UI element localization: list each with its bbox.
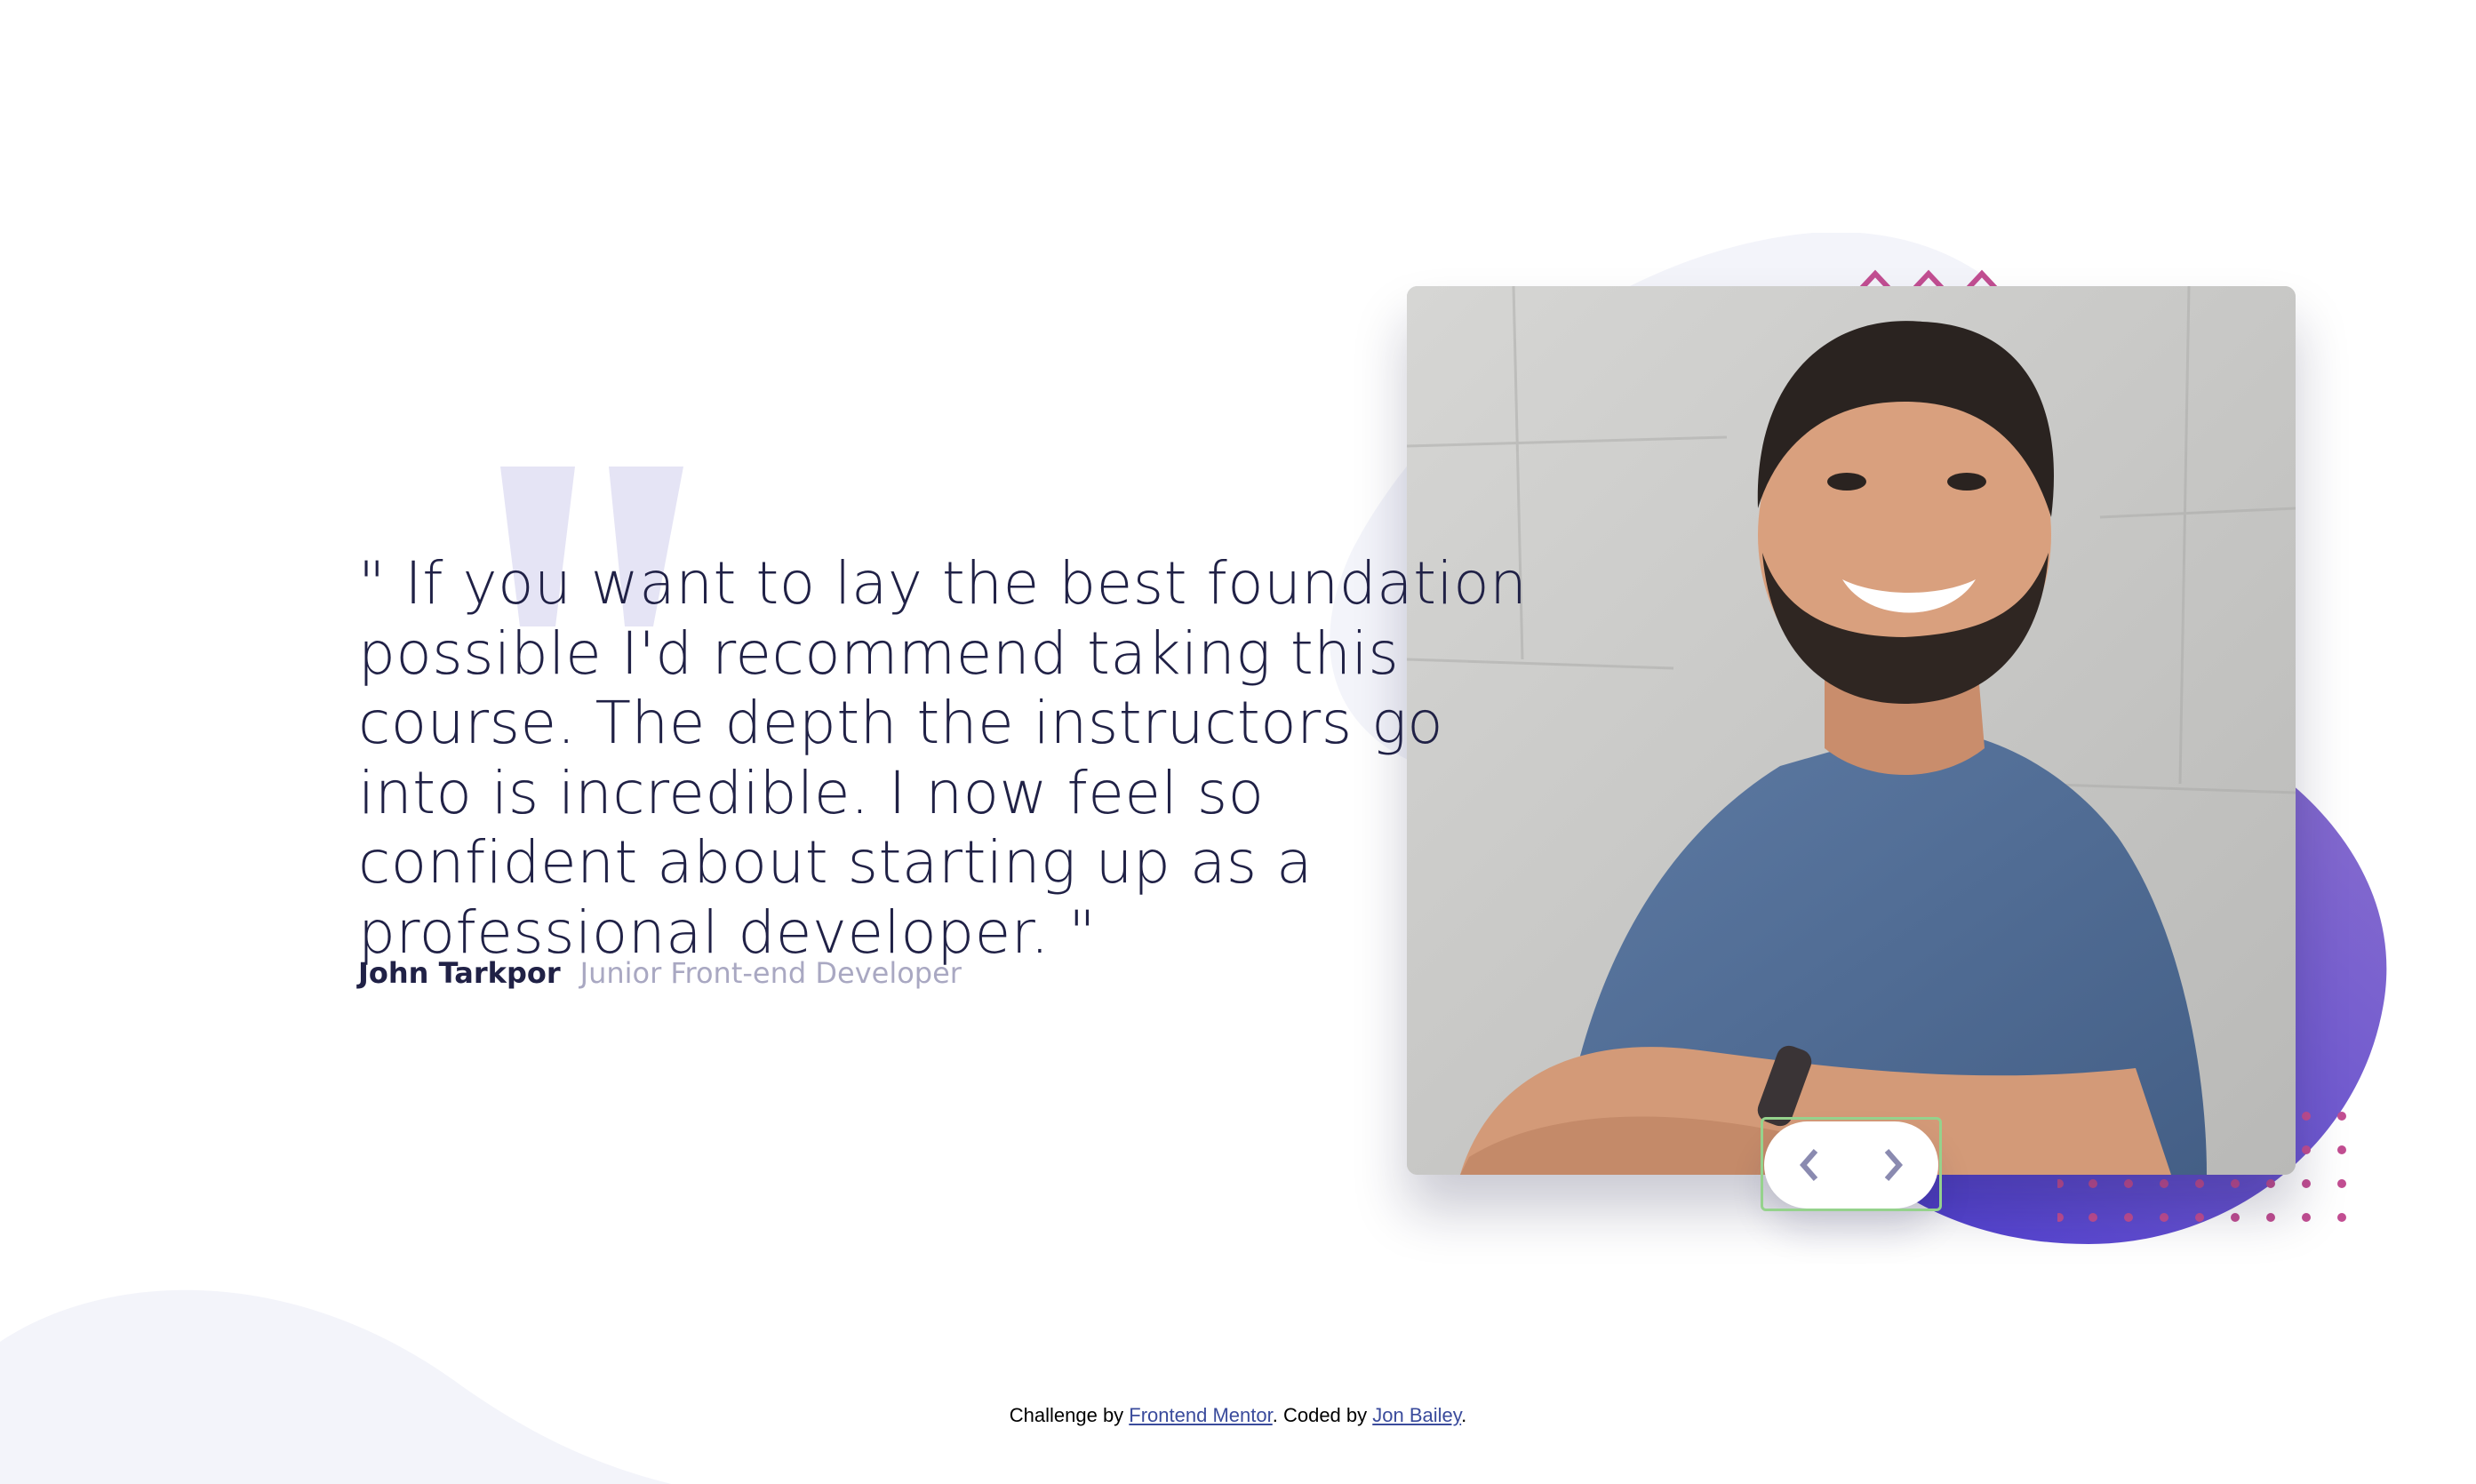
chevron-right-icon	[1884, 1149, 1903, 1181]
profile-photo-illustration	[1407, 286, 2296, 1175]
attribution-prefix: Challenge by	[1009, 1404, 1130, 1426]
previous-button[interactable]	[1787, 1143, 1832, 1187]
coder-link[interactable]: Jon Bailey	[1372, 1404, 1461, 1426]
frontend-mentor-link[interactable]: Frontend Mentor	[1129, 1404, 1272, 1426]
page: " If you want to lay the best foundation…	[0, 0, 2476, 1484]
author-info: John Tarkpor Junior Front-end Developer	[358, 956, 962, 990]
author-role: Junior Front-end Developer	[579, 956, 962, 990]
background-curve	[0, 1289, 672, 1484]
slider-navigation	[1764, 1121, 1938, 1209]
author-name: John Tarkpor	[358, 956, 561, 990]
attribution-middle: . Coded by	[1272, 1404, 1373, 1426]
next-button[interactable]	[1871, 1143, 1915, 1187]
attribution-suffix: .	[1461, 1404, 1467, 1426]
attribution: Challenge by Frontend Mentor. Coded by J…	[0, 1404, 2476, 1427]
profile-photo	[1407, 286, 2296, 1175]
testimonial-quote: " If you want to lay the best foundation…	[358, 549, 1528, 967]
chevron-left-icon	[1800, 1149, 1818, 1181]
